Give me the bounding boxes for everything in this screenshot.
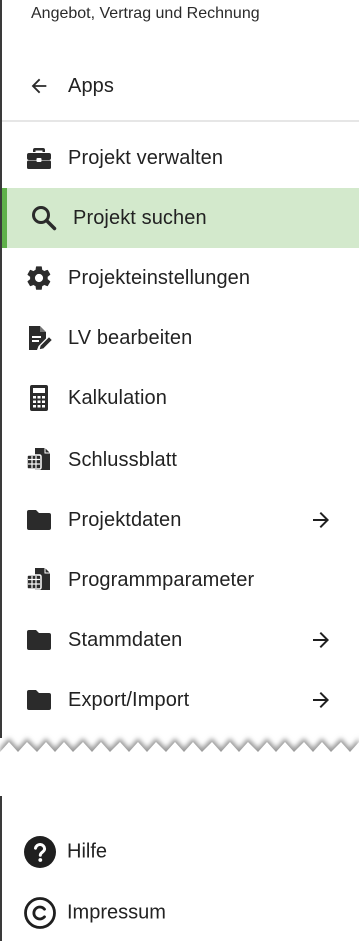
arrow-right-icon [309,508,333,532]
search-icon [29,203,59,233]
folder-icon [24,505,54,535]
menu-item-stammdaten[interactable]: Stammdaten [2,610,359,670]
help-link[interactable]: Hilfe [2,823,359,881]
folder-icon [24,625,54,655]
copyright-icon [23,896,57,930]
menu-item-programmparameter[interactable]: Programmparameter [2,550,359,610]
menu-item-label: Stammdaten [68,629,183,651]
impressum-link[interactable]: Impressum [2,884,359,941]
spreadsheet-files-icon [24,565,54,595]
help-label: Hilfe [67,840,108,863]
menu-item-lv-bearbeiten[interactable]: LV bearbeiten [2,308,359,368]
impressum-label: Impressum [67,901,166,924]
back-to-apps-button[interactable]: Apps [2,56,359,116]
menu-item-export-import[interactable]: Export/Import [2,670,359,730]
menu-item-label: Projekteinstellungen [68,267,251,289]
arrow-left-icon [24,71,54,101]
navigation-panel: Angebot, Vertrag und Rechnung Apps Proje… [0,0,359,941]
arrow-right-icon [309,688,333,712]
section-gap [0,760,359,796]
menu-item-label: Programmparameter [68,569,255,591]
app-subtitle: Angebot, Vertrag und Rechnung [31,5,260,22]
menu-item-schlussblatt[interactable]: Schlussblatt [2,430,359,490]
gear-icon [24,263,54,293]
menu-item-kalkulation[interactable]: Kalkulation [2,368,359,428]
back-label: Apps [68,75,114,97]
menu-item-label: Schlussblatt [68,449,178,471]
spreadsheet-files-icon [24,445,54,475]
help-circle-icon [23,835,57,869]
folder-icon [24,685,54,715]
menu-item-projekt-suchen[interactable]: Projekt suchen [2,188,359,248]
menu-item-label: Projekt verwalten [68,147,224,169]
menu-item-projekt-verwalten[interactable]: Projekt verwalten [2,128,359,188]
menu-item-label: Kalkulation [68,387,167,409]
menu-divider [2,120,359,122]
briefcase-icon [24,143,54,173]
menu-item-projekteinstellungen[interactable]: Projekteinstellungen [2,248,359,308]
arrow-right-icon [309,628,333,652]
calculator-icon [24,383,54,413]
menu-item-projektdaten[interactable]: Projektdaten [2,490,359,550]
file-edit-icon [24,323,54,353]
menu-item-label: LV bearbeiten [68,327,193,349]
menu-item-label: Export/Import [68,689,190,711]
menu-item-label: Projektdaten [68,509,182,531]
menu-item-label: Projekt suchen [73,207,207,229]
